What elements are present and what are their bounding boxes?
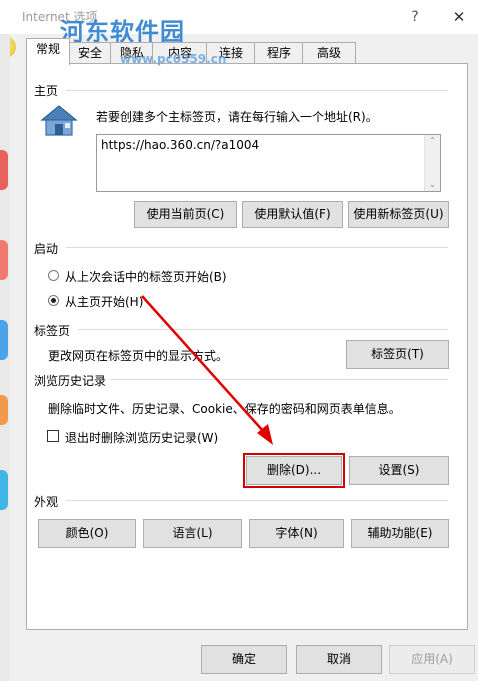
- tabs-settings-button[interactable]: 标签页(T): [346, 340, 449, 369]
- background-app-icon: [0, 395, 8, 425]
- section-divider: [66, 500, 448, 501]
- section-divider: [66, 90, 448, 91]
- background-app-icon: [0, 150, 8, 190]
- history-section-label: 浏览历史记录: [34, 374, 107, 388]
- background-app-icon: [0, 320, 8, 360]
- section-divider: [110, 379, 448, 380]
- help-button[interactable]: ?: [400, 6, 430, 28]
- tabs-description: 更改网页在标签页中的显示方式。: [48, 349, 229, 363]
- title-bar: Internet 选项 河东软件园 ? ✕: [0, 0, 478, 46]
- scroll-up-icon[interactable]: ⌃: [425, 135, 440, 147]
- watermark-url: www.pc0359.cn: [120, 52, 227, 66]
- startup-home-page-radio[interactable]: [48, 295, 59, 306]
- homepage-description: 若要创建多个主标签页，请在每行输入一个地址(R)。: [96, 110, 378, 124]
- tab-programs[interactable]: 程序: [254, 42, 304, 63]
- tab-security[interactable]: 安全: [68, 42, 112, 63]
- ok-button[interactable]: 确定: [201, 645, 287, 674]
- appearance-section-label: 外观: [34, 495, 59, 509]
- startup-last-session-label: 从上次会话中的标签页开始(B): [65, 270, 227, 284]
- startup-home-page-label: 从主页开始(H): [65, 295, 144, 309]
- scroll-down-icon[interactable]: ⌄: [425, 179, 440, 191]
- tabs-section-label: 标签页: [34, 324, 71, 338]
- accessibility-button[interactable]: 辅助功能(E): [351, 519, 449, 548]
- home-icon: [40, 105, 78, 136]
- tab-advanced[interactable]: 高级: [302, 42, 356, 63]
- apply-button[interactable]: 应用(A): [389, 645, 475, 674]
- delete-button-highlight: [243, 453, 345, 488]
- delete-on-exit-checkbox[interactable]: [47, 430, 59, 442]
- section-divider: [78, 329, 448, 330]
- history-description: 删除临时文件、历史记录、Cookie、保存的密码和网页表单信息。: [48, 402, 401, 416]
- background-app-icon: [0, 470, 8, 510]
- homepage-url-textarea[interactable]: https://hao.360.cn/?a1004 ⌃ ⌄: [96, 134, 441, 192]
- fonts-button[interactable]: 字体(N): [249, 519, 344, 548]
- homepage-section-label: 主页: [34, 84, 59, 98]
- textarea-scrollbar[interactable]: ⌃ ⌄: [424, 135, 440, 191]
- languages-button[interactable]: 语言(L): [143, 519, 242, 548]
- section-divider: [66, 247, 448, 248]
- use-current-button[interactable]: 使用当前页(C): [134, 201, 237, 228]
- colors-button[interactable]: 颜色(O): [38, 519, 136, 548]
- cancel-button[interactable]: 取消: [296, 645, 382, 674]
- history-settings-button[interactable]: 设置(S): [349, 456, 449, 485]
- close-button[interactable]: ✕: [444, 6, 474, 28]
- tab-general[interactable]: 常规: [26, 38, 70, 65]
- use-new-tab-button[interactable]: 使用新标签页(U): [348, 201, 449, 228]
- startup-last-session-radio[interactable]: [48, 270, 59, 281]
- use-default-button[interactable]: 使用默认值(F): [242, 201, 343, 228]
- homepage-url-value: https://hao.360.cn/?a1004: [101, 138, 260, 152]
- delete-on-exit-label: 退出时删除浏览历史记录(W): [65, 431, 219, 445]
- startup-section-label: 启动: [34, 242, 59, 256]
- background-app-icon: [0, 240, 8, 280]
